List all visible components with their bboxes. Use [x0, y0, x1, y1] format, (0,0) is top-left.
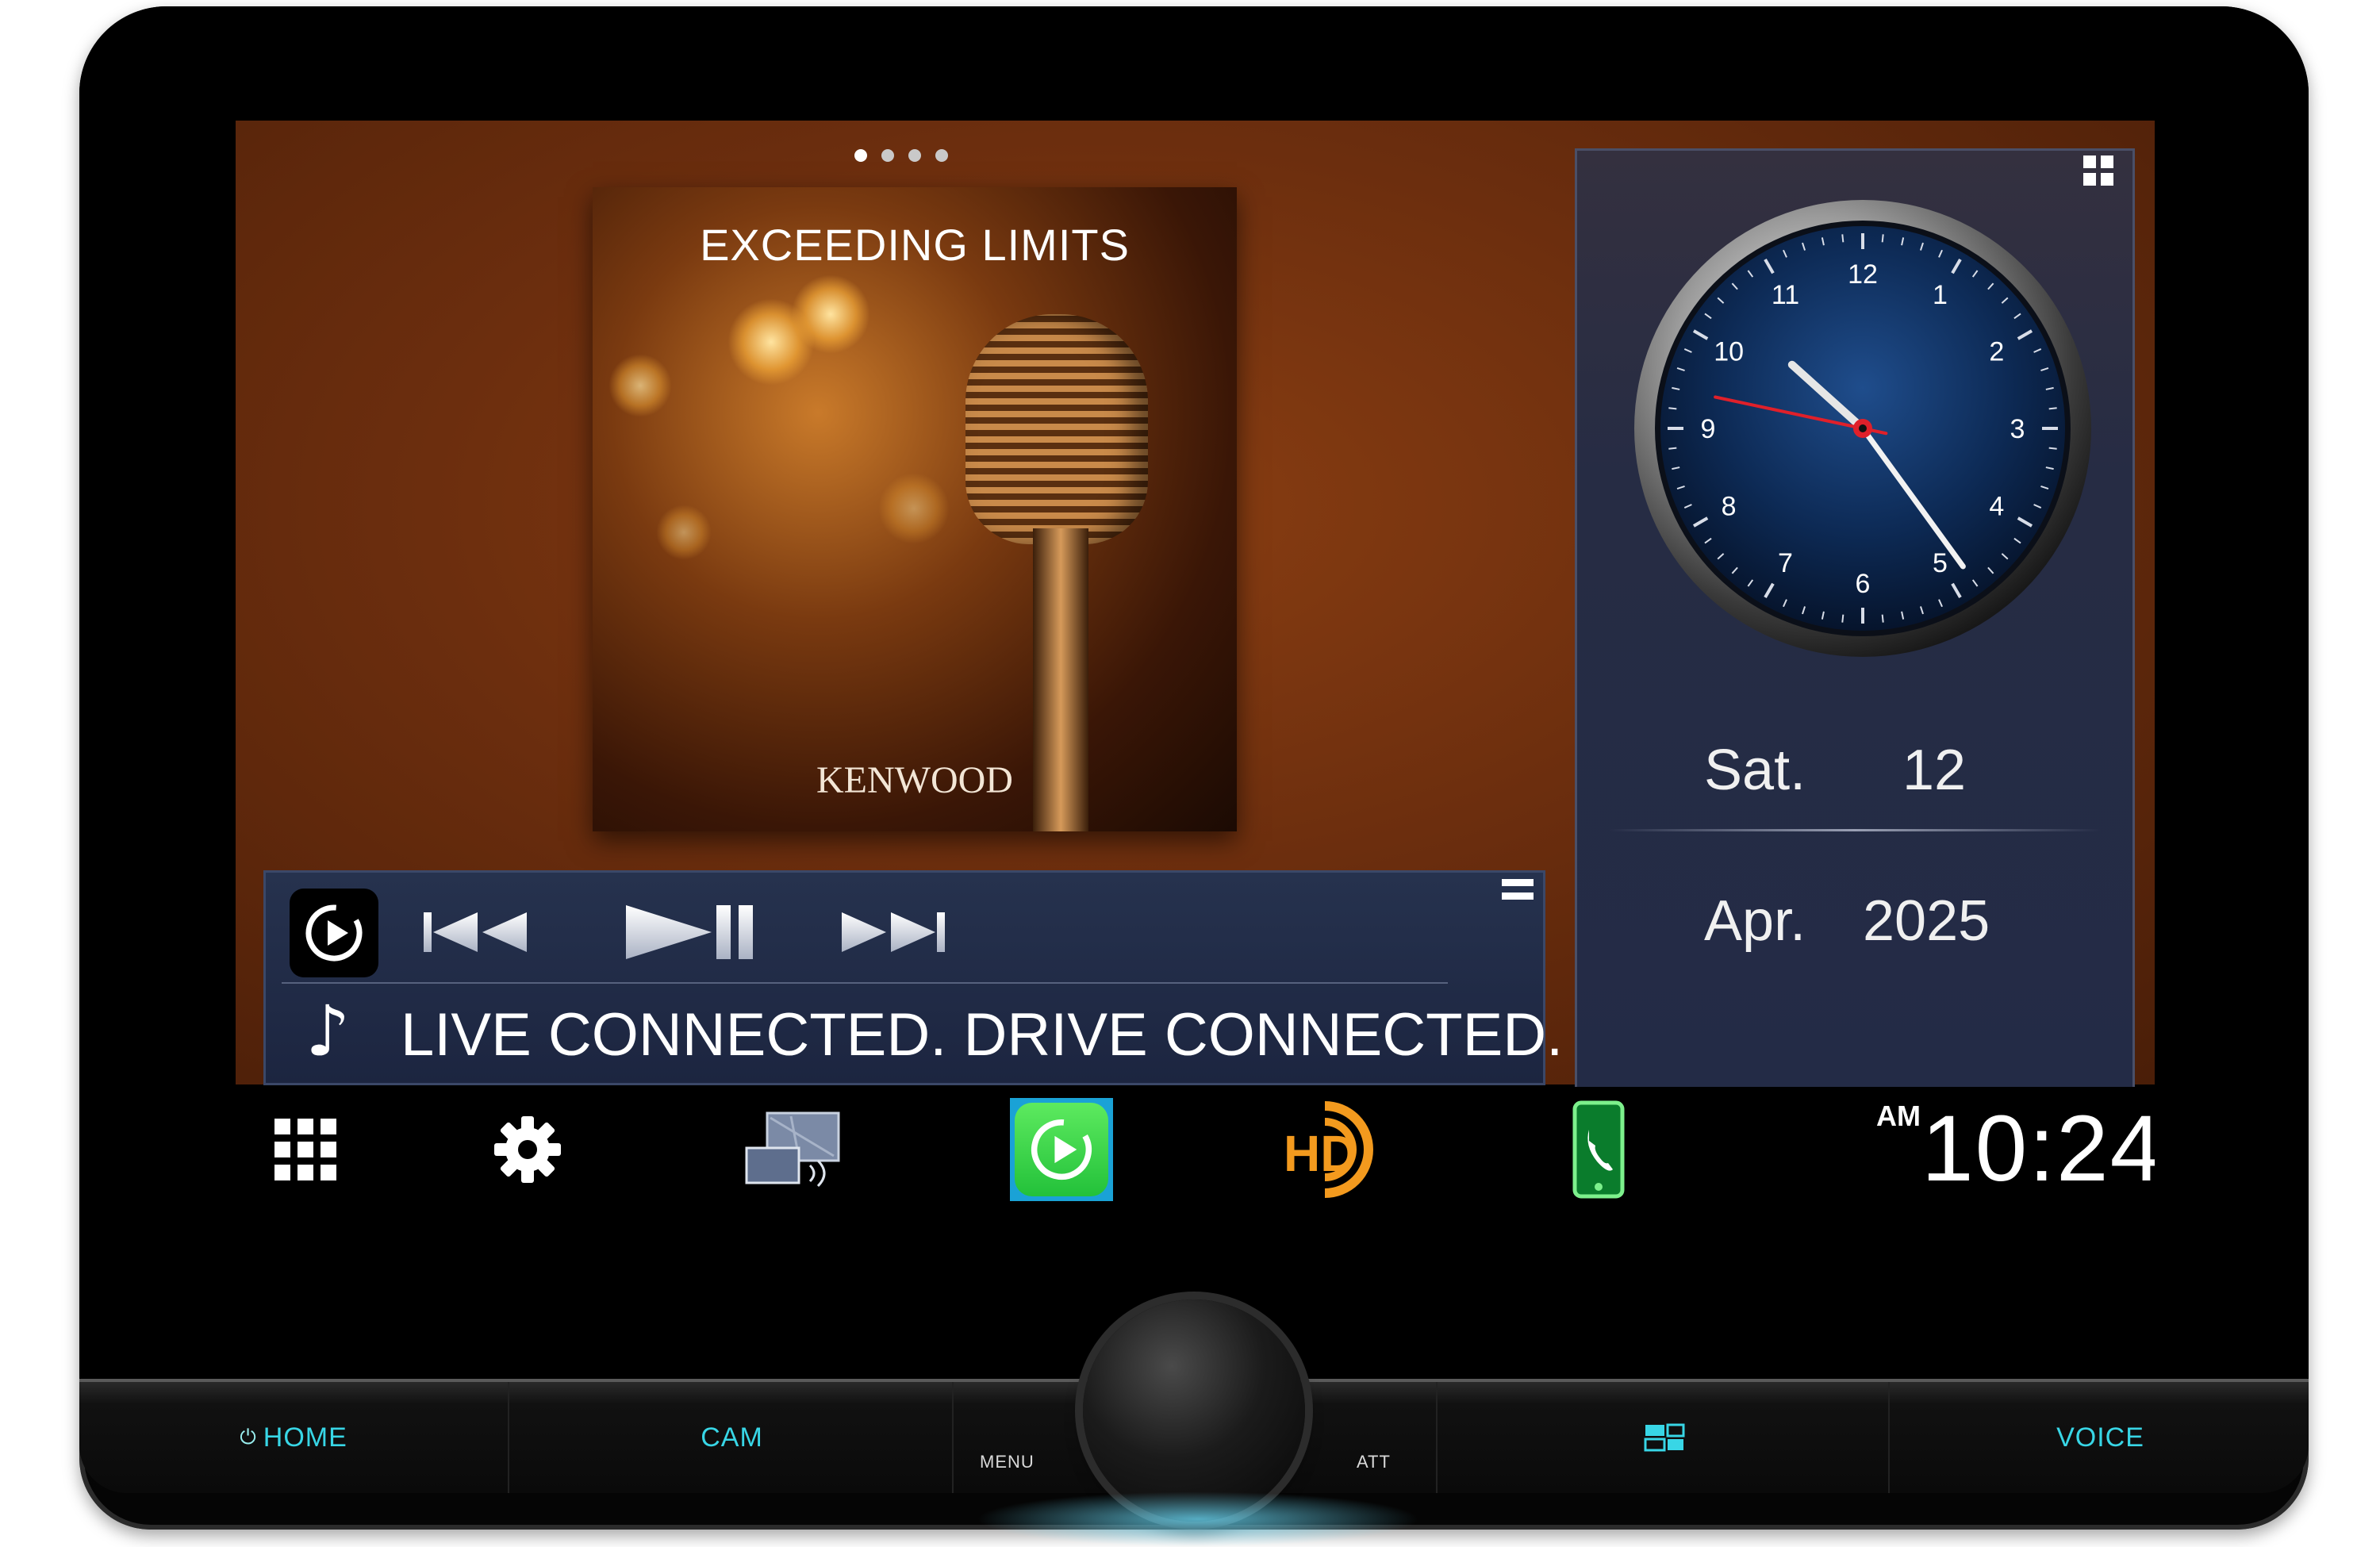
bokeh-light: [608, 354, 672, 417]
clock-time[interactable]: 10:24: [1921, 1087, 2155, 1211]
clock-tick: [2048, 407, 2057, 410]
menu-hardware-button[interactable]: MENU: [956, 1382, 1083, 1493]
carplay-icon: [1031, 1119, 1092, 1180]
page-dot-2[interactable]: [881, 149, 894, 162]
clock-number: 3: [2010, 414, 2025, 444]
media-player-panel[interactable]: ♪ LIVE CONNECTED. DRIVE CONNECTED.: [263, 870, 1563, 1085]
widget-layout-icon[interactable]: [2083, 155, 2113, 186]
previous-icon: [424, 912, 527, 952]
clock-number: 8: [1722, 492, 1737, 522]
album-brand: KENWOOD: [816, 759, 1013, 801]
att-hardware-button[interactable]: ATT: [1309, 1382, 1438, 1493]
phone-icon: [1572, 1100, 1624, 1198]
home-hardware-button[interactable]: ⏻ HOME: [79, 1382, 509, 1493]
settings-button[interactable]: [474, 1087, 581, 1211]
ambient-underglow: [976, 1491, 1420, 1547]
bokeh-light: [878, 473, 950, 544]
hd-radio-icon: HD: [1284, 1100, 1373, 1198]
clock-number: 6: [1856, 569, 1871, 599]
clock-tick: [1668, 447, 1677, 450]
next-button[interactable]: [837, 896, 948, 968]
clock-tick: [1841, 234, 1844, 243]
power-icon: ⏻: [240, 1425, 257, 1449]
voice-label: VOICE: [2056, 1422, 2144, 1453]
clock-number: 10: [1714, 337, 1744, 367]
apps-button[interactable]: [251, 1087, 359, 1211]
track-title: LIVE CONNECTED. DRIVE CONNECTED.: [401, 1001, 1564, 1069]
clock-number: 1: [1933, 280, 1948, 310]
album-title: EXCEEDING LIMITS: [700, 220, 1130, 270]
carplay-tile: [1009, 1097, 1113, 1201]
volume-knob[interactable]: [1083, 1299, 1305, 1522]
bottom-dock: HD AM 10:24: [236, 1087, 2155, 1211]
clock-number: 7: [1778, 548, 1793, 578]
month: Apr.: [1704, 889, 1806, 953]
settings-gear-icon: [493, 1115, 561, 1183]
play-pause-button[interactable]: [623, 896, 758, 968]
player-divider: [282, 982, 1448, 984]
touchscreen: EXCEEDING LIMITS KENWOOD ♪ LIVE CONNECTE…: [236, 121, 2155, 1211]
day: 12: [1902, 739, 1967, 802]
bokeh-light: [656, 505, 712, 560]
page-dot-1[interactable]: [854, 149, 867, 162]
cam-label: CAM: [701, 1422, 763, 1453]
next-icon: [842, 912, 945, 952]
clock-widget[interactable]: 12 1 2 3 4 5 6 7 8 9 10 11 Sat. 12 Apr. 2025: [1575, 148, 2135, 1089]
clock-tick: [1668, 407, 1677, 410]
date-divider: [1609, 829, 2101, 831]
screen-layout-hardware-button[interactable]: [1440, 1382, 1890, 1493]
screen-mirroring-button[interactable]: [735, 1087, 854, 1211]
clock-tick: [2048, 447, 2057, 450]
clock-number: 2: [1989, 337, 2004, 367]
phone-button[interactable]: [1545, 1087, 1652, 1211]
clock-face: 121234567891011: [1634, 200, 2091, 657]
home-label: HOME: [263, 1422, 347, 1453]
carplay-app-icon: [1014, 1102, 1108, 1196]
carplay-icon: [305, 904, 363, 962]
att-label: ATT: [1357, 1452, 1391, 1472]
clock-number: 4: [1989, 492, 2004, 522]
page-indicator[interactable]: [854, 149, 948, 162]
clock-tick: [1841, 614, 1844, 623]
clock-number: 12: [1848, 259, 1878, 290]
screen-layout-icon: [1644, 1423, 1684, 1452]
apps-grid-icon: [274, 1118, 336, 1180]
hd-radio-button[interactable]: HD: [1275, 1087, 1394, 1211]
album-art[interactable]: EXCEEDING LIMITS KENWOOD: [593, 187, 1237, 831]
menu-label: MENU: [980, 1452, 1035, 1472]
voice-hardware-button[interactable]: VOICE: [1892, 1382, 2309, 1493]
page-dot-4[interactable]: [935, 149, 948, 162]
screen-mirroring-icon: [745, 1111, 840, 1187]
cam-hardware-button[interactable]: CAM: [512, 1382, 954, 1493]
weekday: Sat.: [1704, 739, 1806, 802]
source-carplay-button[interactable]: [290, 889, 378, 977]
carplay-app-button[interactable]: [1008, 1087, 1115, 1211]
previous-button[interactable]: [420, 896, 532, 968]
play-pause-icon: [626, 905, 753, 959]
microphone-head: [965, 314, 1148, 544]
music-note-icon: ♪: [305, 990, 351, 1072]
clock-number: 5: [1933, 548, 1948, 578]
svg-text:HD: HD: [1284, 1125, 1357, 1182]
analog-clock: 12 1 2 3 4 5 6 7 8 9 10 11: [1633, 198, 2093, 662]
clock-number: 9: [1701, 414, 1716, 444]
year: 2025: [1863, 889, 1990, 953]
player-menu-icon[interactable]: [1502, 879, 1534, 906]
page-dot-3[interactable]: [908, 149, 921, 162]
clock-ampm: AM: [1876, 1100, 1921, 1132]
clock-number: 11: [1772, 280, 1799, 310]
bokeh-light: [791, 274, 870, 354]
